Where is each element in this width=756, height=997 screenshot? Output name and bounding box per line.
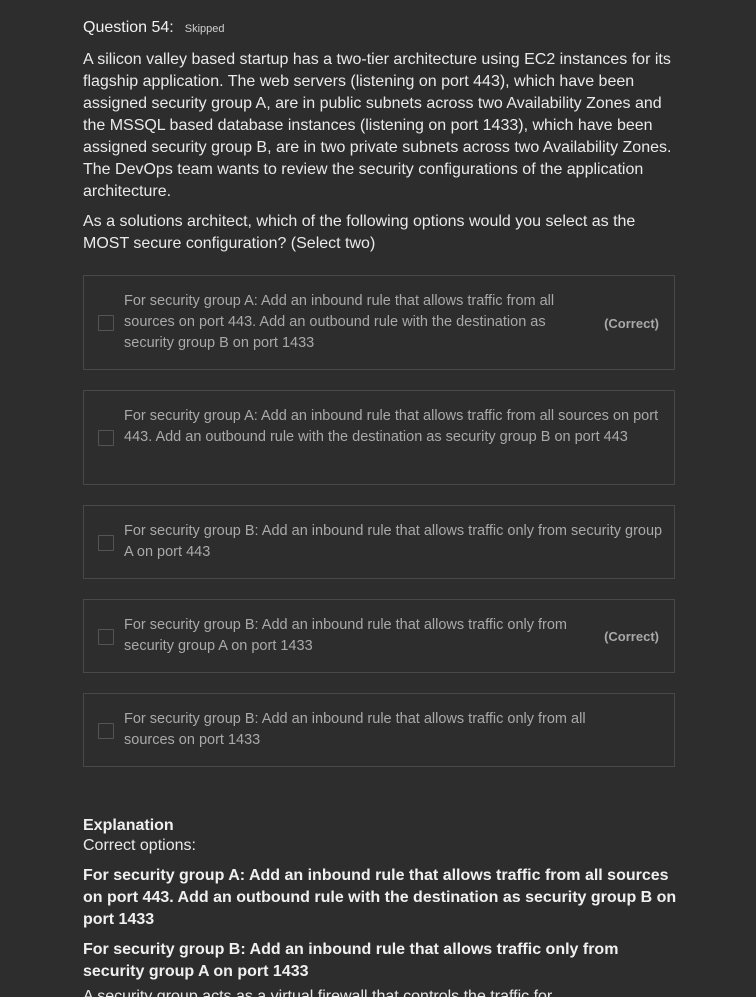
answer-option-1[interactable]: For security group A: Add an inbound rul… xyxy=(83,275,675,370)
explanation-body-text: A security group acts as a virtual firew… xyxy=(83,988,553,997)
question-header: Question 54: Skipped xyxy=(83,19,225,37)
checkbox[interactable] xyxy=(98,629,114,645)
question-text: A silicon valley based startup has a two… xyxy=(83,51,672,200)
checkbox[interactable] xyxy=(98,723,114,739)
answer-option-text: For security group B: Add an inbound rul… xyxy=(124,523,663,560)
answer-option-text: For security group B: Add an inbound rul… xyxy=(124,711,586,748)
checkbox[interactable] xyxy=(98,430,114,446)
answer-option-5[interactable]: For security group B: Add an inbound rul… xyxy=(83,693,675,767)
explanation-correct-option-1: For security group A: Add an inbound rul… xyxy=(83,867,677,928)
answer-option-text: For security group A: Add an inbound rul… xyxy=(124,293,555,351)
answer-option-text: For security group A: Add an inbound rul… xyxy=(124,408,659,445)
explanation-correct-option-2: For security group B: Add an inbound rul… xyxy=(83,941,619,980)
checkbox[interactable] xyxy=(98,315,114,331)
explanation-heading: Explanation xyxy=(83,817,174,834)
question-status-label: Skipped xyxy=(184,23,225,35)
question-prompt: As a solutions architect, which of the f… xyxy=(83,213,636,252)
answer-option-3[interactable]: For security group B: Add an inbound rul… xyxy=(83,505,675,579)
correct-badge: (Correct) xyxy=(604,629,659,644)
explanation-subheading: Correct options: xyxy=(83,837,196,854)
answer-option-4[interactable]: For security group B: Add an inbound rul… xyxy=(83,599,675,673)
answer-option-2[interactable]: For security group A: Add an inbound rul… xyxy=(83,390,675,485)
question-number: Question 54: xyxy=(83,19,174,36)
answer-option-text: For security group B: Add an inbound rul… xyxy=(124,617,568,654)
checkbox[interactable] xyxy=(98,535,114,551)
correct-badge: (Correct) xyxy=(604,316,659,331)
